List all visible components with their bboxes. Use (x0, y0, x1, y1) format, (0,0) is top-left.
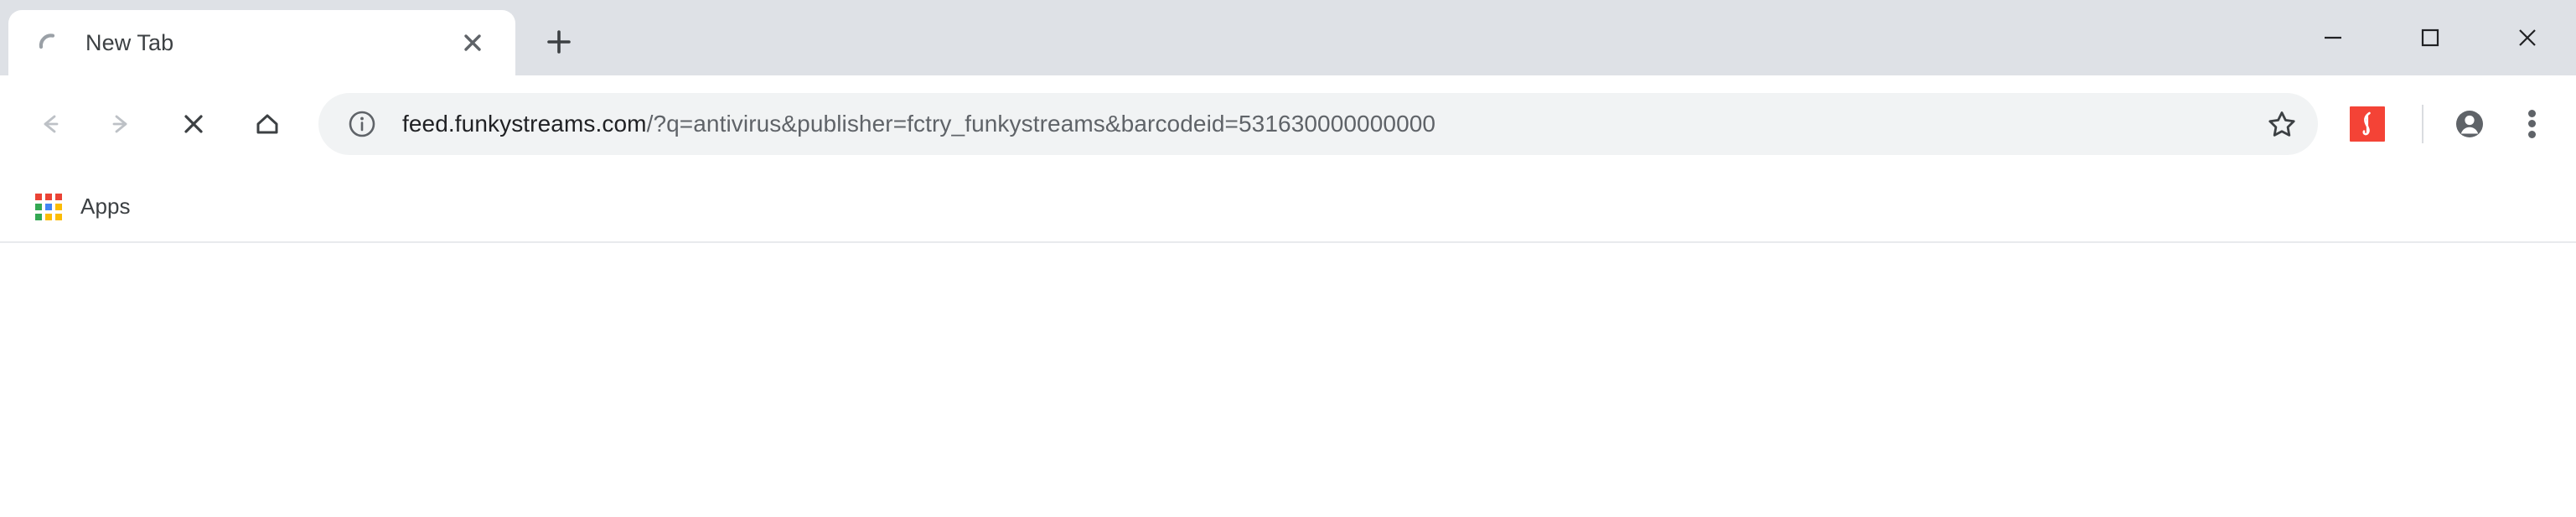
apps-grid-cell (45, 203, 52, 210)
home-button[interactable] (235, 91, 300, 157)
page-content-area (0, 243, 2576, 517)
extension-icon[interactable] (2350, 106, 2385, 142)
tab-strip: New Tab (0, 0, 587, 75)
bookmarks-bar: Apps (0, 172, 2576, 243)
stop-loading-button[interactable] (161, 91, 226, 157)
tab-close-icon[interactable] (452, 22, 494, 64)
url-origin: feed.funkystreams.com (402, 110, 647, 137)
loading-spinner-icon (35, 28, 64, 57)
browser-menu-button[interactable] (2506, 96, 2558, 152)
menu-dot (2527, 109, 2536, 117)
tab-title: New Tab (85, 29, 174, 55)
navigation-toolbar: feed.funkystreams.com/?q=antivirus&publi… (0, 75, 2576, 172)
apps-grid-cell (45, 193, 52, 200)
menu-dot (2527, 120, 2536, 127)
apps-grid-cell (55, 203, 62, 210)
url-input[interactable]: feed.funkystreams.com/?q=antivirus&publi… (402, 111, 2258, 137)
apps-grid-cell (55, 193, 62, 200)
browser-tab[interactable]: New Tab (8, 10, 515, 75)
new-tab-button[interactable] (530, 13, 587, 70)
apps-grid-cell (35, 193, 42, 200)
apps-grid-cell (55, 213, 62, 220)
bookmark-item-apps[interactable]: Apps (23, 183, 142, 231)
bookmark-label: Apps (80, 194, 131, 219)
titlebar: New Tab (0, 0, 2576, 75)
address-bar[interactable]: feed.funkystreams.com/?q=antivirus&publi… (318, 92, 2318, 155)
bookmark-star-icon[interactable] (2258, 100, 2306, 148)
window-controls (2284, 0, 2576, 75)
browser-window: New Tab feed.funkystreams.com/?q=antivir… (0, 0, 2576, 517)
close-window-button[interactable] (2479, 0, 2576, 75)
minimize-button[interactable] (2284, 0, 2382, 75)
url-path: /?q=antivirus&publisher=fctry_funkystrea… (646, 110, 1436, 137)
apps-grid-cell (35, 203, 42, 210)
toolbar-divider (2422, 104, 2423, 143)
back-button[interactable] (17, 91, 82, 157)
apps-grid-icon (35, 193, 62, 220)
apps-grid-cell (35, 213, 42, 220)
apps-grid-cell (45, 213, 52, 220)
info-circle-icon[interactable] (344, 106, 380, 142)
maximize-button[interactable] (2382, 0, 2479, 75)
profile-avatar-icon[interactable] (2442, 96, 2497, 152)
menu-dot (2527, 130, 2536, 138)
forward-button[interactable] (89, 91, 154, 157)
